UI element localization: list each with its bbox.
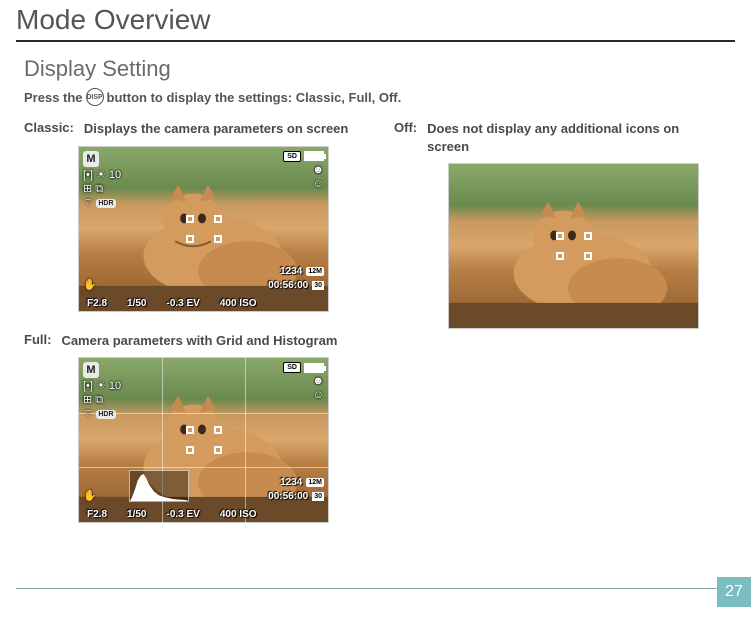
- classic-screen: M [•]☀10 ⊞⧉ ⌔HDR SD ☻ ☺ ✋: [78, 146, 329, 312]
- shutter: 1/50: [127, 509, 146, 520]
- aperture: F2.8: [87, 298, 107, 309]
- battery-icon: [304, 363, 324, 373]
- columns: Classic: Displays the camera parameters …: [24, 120, 735, 543]
- focus-brackets: [186, 426, 222, 454]
- battery-icon: [304, 151, 324, 161]
- burst-icon: ⧉: [95, 395, 103, 406]
- iso: 400 ISO: [220, 298, 257, 309]
- off-label: Off:: [394, 120, 417, 155]
- off-row: Off: Does not display any additional ico…: [394, 120, 724, 155]
- fps-tag: 30: [312, 492, 324, 501]
- title-rule: [16, 40, 735, 42]
- instruction-post: button to display the settings: Classic,…: [107, 90, 402, 105]
- full-label: Full:: [24, 332, 51, 350]
- off-screen: [448, 163, 699, 329]
- classic-label: Classic:: [24, 120, 74, 138]
- disp-icon: DISP: [86, 88, 104, 106]
- wb-icon: ☀: [96, 170, 106, 181]
- video-time: 00:56:00: [268, 280, 308, 291]
- mode-icon: M: [83, 151, 99, 167]
- left-column: Classic: Displays the camera parameters …: [24, 120, 354, 543]
- bottom-rule: [16, 588, 735, 589]
- instruction-pre: Press the: [24, 90, 83, 105]
- burst-icon: ⧉: [95, 184, 103, 195]
- osd-right-top: SD ☻ ☺: [283, 362, 324, 401]
- hdr-icon: HDR: [96, 199, 115, 208]
- ev: -0.3 EV: [166, 298, 199, 309]
- iso: 400 ISO: [220, 509, 257, 520]
- sd-icon: SD: [283, 362, 301, 373]
- resolution-tag: 12M: [306, 478, 324, 487]
- af-icon: ⊞: [83, 184, 92, 195]
- frame-count: 1234: [280, 477, 302, 488]
- timer-icon: 10: [109, 381, 121, 392]
- off-desc: Does not display any additional icons on…: [427, 120, 724, 155]
- osd-bottom: F2.8 1/50 -0.3 EV 400 ISO: [79, 509, 328, 520]
- focus-brackets: [186, 215, 222, 243]
- resolution-tag: 12M: [306, 267, 324, 276]
- classic-block: Classic: Displays the camera parameters …: [24, 120, 354, 312]
- sd-icon: SD: [283, 151, 301, 162]
- osd-left-icons: M [•]☀10 ⊞⧉ ⌔HDR: [83, 362, 121, 420]
- wb-icon: ☀: [96, 381, 106, 392]
- stabilization-icon: ✋: [83, 278, 97, 291]
- hdr-icon: HDR: [96, 410, 115, 419]
- video-time: 00:56:00: [268, 491, 308, 502]
- osd-right-bottom: 1234 12M 00:56:00 30: [268, 266, 324, 291]
- fps-tag: 30: [312, 281, 324, 290]
- full-block: Full: Camera parameters with Grid and Hi…: [24, 332, 354, 524]
- instruction: Press the DISP button to display the set…: [24, 88, 735, 106]
- histogram: [129, 470, 189, 502]
- osd-right-bottom: 1234 12M 00:56:00 30: [268, 477, 324, 502]
- page-number: 27: [717, 577, 751, 607]
- face-detect-icon: ☻: [312, 376, 324, 387]
- page-title: Mode Overview: [16, 0, 735, 40]
- metering-icon: [•]: [83, 170, 93, 181]
- off-block: Off: Does not display any additional ico…: [394, 120, 724, 329]
- focus-brackets: [556, 232, 592, 260]
- face-detect-icon: ☻: [312, 165, 324, 176]
- smile-icon: ☺: [313, 179, 324, 190]
- full-row: Full: Camera parameters with Grid and Hi…: [24, 332, 354, 350]
- stabilization-icon: ✋: [83, 489, 97, 502]
- classic-row: Classic: Displays the camera parameters …: [24, 120, 354, 138]
- full-screen: M [•]☀10 ⊞⧉ ⌔HDR SD ☻ ☺ ✋: [78, 357, 329, 523]
- smile-icon: ☺: [313, 390, 324, 401]
- metering-icon: [•]: [83, 381, 93, 392]
- osd-bottom: F2.8 1/50 -0.3 EV 400 ISO: [79, 298, 328, 309]
- aperture: F2.8: [87, 509, 107, 520]
- ev: -0.3 EV: [166, 509, 199, 520]
- osd-right-top: SD ☻ ☺: [283, 151, 324, 190]
- classic-desc: Displays the camera parameters on screen: [84, 120, 348, 138]
- frame-count: 1234: [280, 266, 302, 277]
- timer-icon: 10: [109, 170, 121, 181]
- af-icon: ⊞: [83, 395, 92, 406]
- full-desc: Camera parameters with Grid and Histogra…: [61, 332, 337, 350]
- osd-left-icons: M [•]☀10 ⊞⧉ ⌔HDR: [83, 151, 121, 209]
- section-title: Display Setting: [24, 56, 735, 82]
- wifi-icon: ⌔: [83, 409, 93, 420]
- wifi-icon: ⌔: [83, 198, 93, 209]
- right-column: Off: Does not display any additional ico…: [394, 120, 724, 543]
- shutter: 1/50: [127, 298, 146, 309]
- mode-icon: M: [83, 362, 99, 378]
